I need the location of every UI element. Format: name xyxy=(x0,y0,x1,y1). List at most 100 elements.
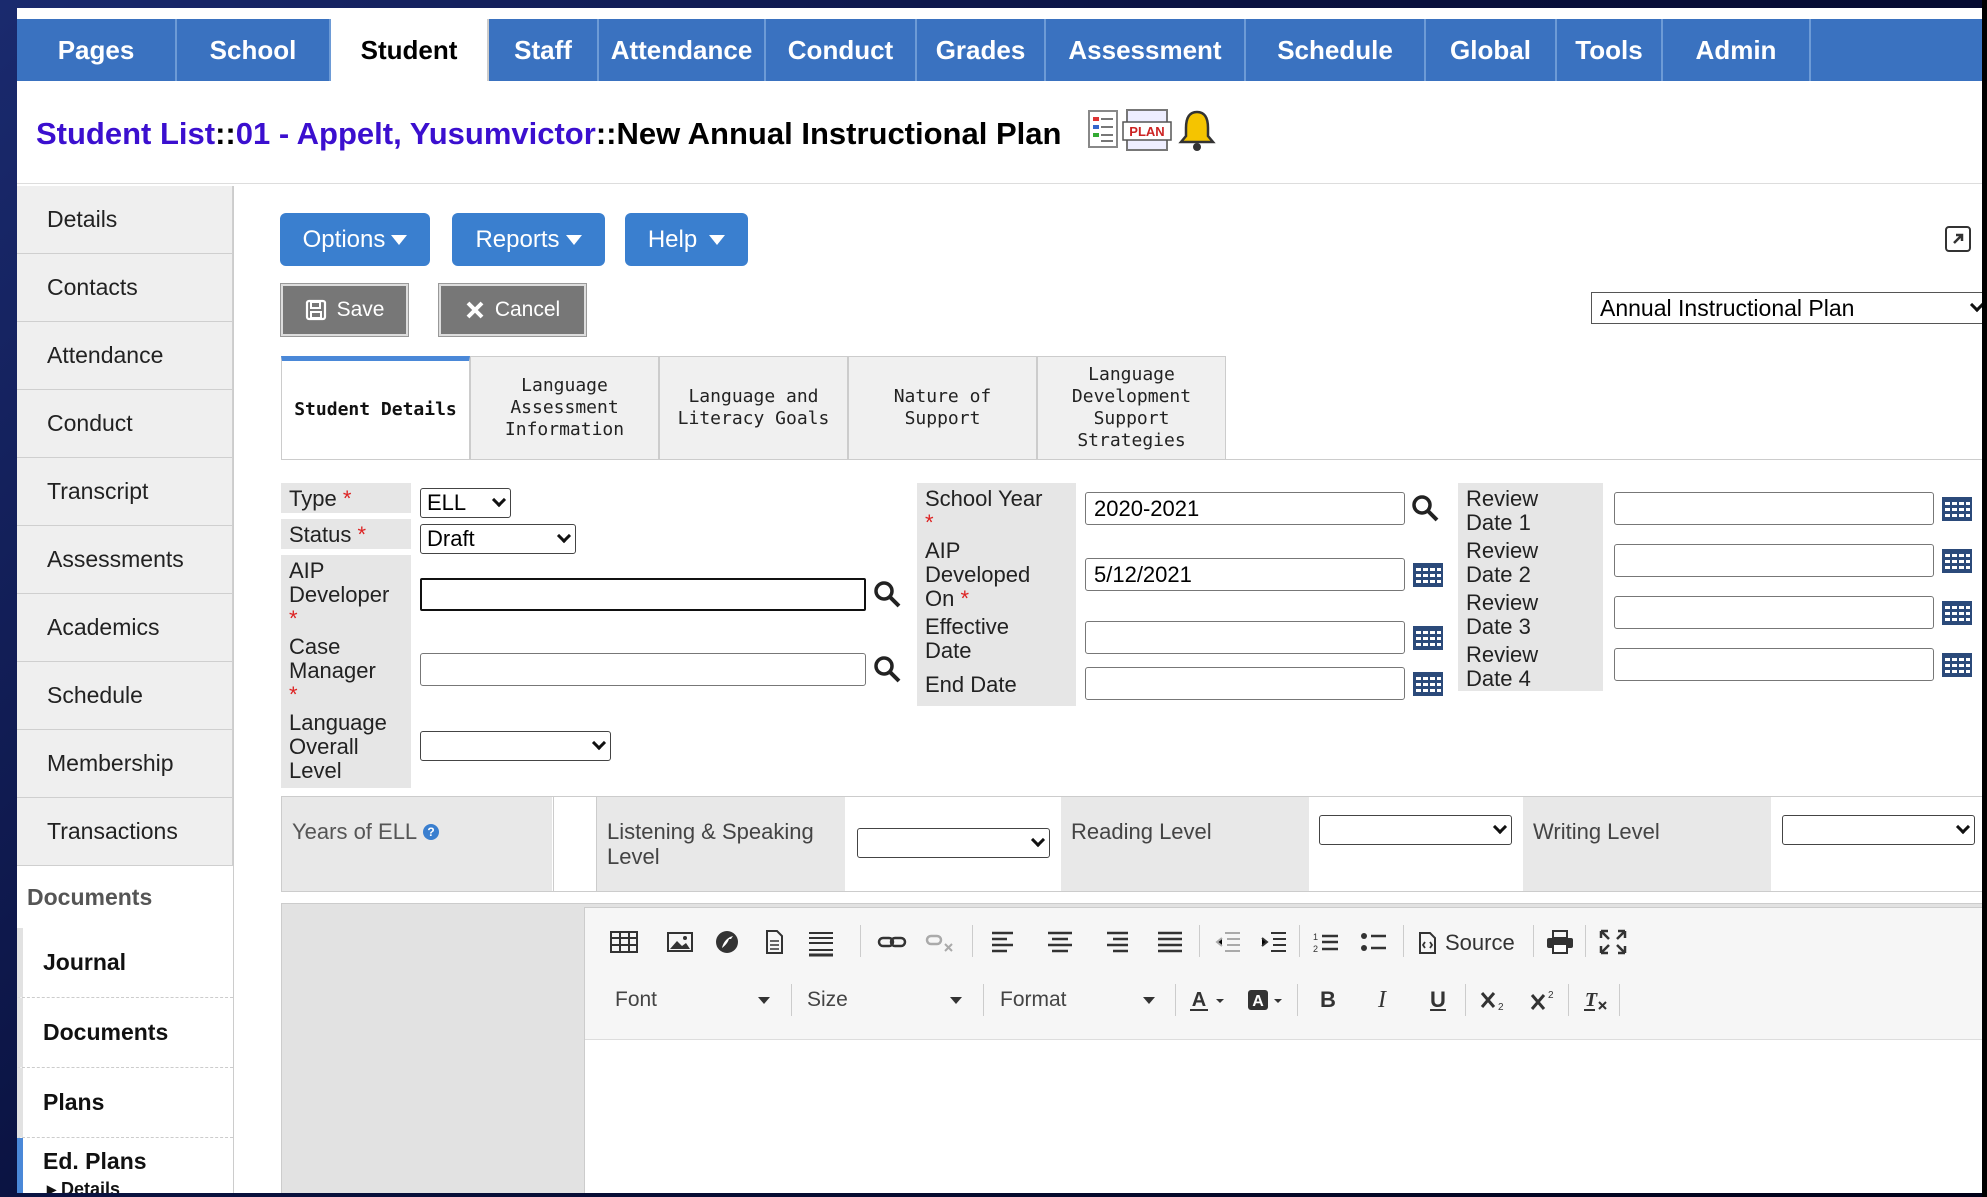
sidebar-item-transactions[interactable]: Transactions xyxy=(17,798,233,866)
sidebar-item-academics[interactable]: Academics xyxy=(17,594,233,662)
tab-student-details[interactable]: Student Details xyxy=(281,356,470,459)
editor-content-area[interactable] xyxy=(585,1041,1982,1193)
review-date-2-input[interactable] xyxy=(1614,544,1934,577)
options-button[interactable]: Options xyxy=(280,213,430,266)
calendar-icon[interactable] xyxy=(1941,496,1973,522)
bell-icon[interactable] xyxy=(1177,108,1217,160)
sidebar-item-assessments[interactable]: Assessments xyxy=(17,526,233,594)
nav-tab-conduct[interactable]: Conduct xyxy=(766,19,917,81)
nav-tab-attendance[interactable]: Attendance xyxy=(599,19,766,81)
review-date-3-input[interactable] xyxy=(1614,596,1934,629)
sidebar-item-transcript[interactable]: Transcript xyxy=(17,458,233,526)
nav-tab-schedule[interactable]: Schedule xyxy=(1246,19,1426,81)
language-level-select[interactable] xyxy=(420,731,611,761)
end-date-input[interactable] xyxy=(1085,667,1405,700)
maximize-icon[interactable] xyxy=(1598,928,1628,956)
sub-item-details[interactable]: ▸ Details xyxy=(47,1179,233,1194)
indent-icon[interactable] xyxy=(1259,930,1289,954)
sidebar-item-conduct[interactable]: Conduct xyxy=(17,390,233,458)
report-icon[interactable] xyxy=(1087,109,1121,159)
calendar-icon[interactable] xyxy=(1412,625,1444,651)
review-date-4-input[interactable] xyxy=(1614,648,1934,681)
unlink-icon[interactable] xyxy=(925,930,955,954)
subscript-icon[interactable]: 2 xyxy=(1479,988,1509,1012)
tab-language-development-support-strategies[interactable]: Language Development Support Strategies xyxy=(1037,356,1226,459)
format-combo[interactable]: Format xyxy=(1000,984,1155,1016)
numbered-list-icon[interactable]: 12 xyxy=(1311,930,1341,954)
superscript-icon[interactable]: 2 xyxy=(1529,988,1559,1012)
page-icon[interactable] xyxy=(759,930,789,954)
sidebar-item-contacts[interactable]: Contacts xyxy=(17,254,233,322)
search-icon[interactable] xyxy=(872,654,902,684)
nav-tab-student[interactable]: Student xyxy=(331,19,489,81)
underline-icon[interactable]: U xyxy=(1423,987,1453,1012)
flash-icon[interactable] xyxy=(712,930,742,954)
bold-icon[interactable]: B xyxy=(1313,987,1343,1012)
nav-tab-tools[interactable]: Tools xyxy=(1557,19,1663,81)
nav-tab-assessment[interactable]: Assessment xyxy=(1046,19,1246,81)
status-select[interactable]: Draft xyxy=(420,524,576,554)
plan-type-select[interactable]: Annual Instructional Plan xyxy=(1591,292,1982,324)
table-icon[interactable] xyxy=(609,930,639,954)
calendar-icon[interactable] xyxy=(1941,652,1973,678)
case-manager-input[interactable] xyxy=(420,653,866,686)
type-select[interactable]: ELL xyxy=(420,488,511,518)
calendar-icon[interactable] xyxy=(1941,600,1973,626)
justify-icon[interactable] xyxy=(1155,930,1185,954)
reading-level-select[interactable] xyxy=(1319,815,1512,845)
reports-button[interactable]: Reports xyxy=(452,213,605,266)
search-icon[interactable] xyxy=(872,579,902,609)
tab-language-assessment-information[interactable]: Language Assessment Information xyxy=(470,356,659,459)
doc-item-ed-plans[interactable]: Ed. Plans ▸ Details xyxy=(17,1138,233,1193)
source-button[interactable]: Source xyxy=(1415,930,1515,956)
help-button[interactable]: Help xyxy=(625,213,748,266)
outdent-icon[interactable] xyxy=(1213,930,1243,954)
tab-nature-of-support[interactable]: Nature of Support xyxy=(848,356,1037,459)
nav-tab-admin[interactable]: Admin xyxy=(1663,19,1811,81)
plan-icon[interactable]: PLAN xyxy=(1121,108,1173,160)
calendar-icon[interactable] xyxy=(1941,548,1973,574)
student-list-link[interactable]: Student List xyxy=(36,116,215,152)
horizontal-rule-icon[interactable] xyxy=(806,928,836,958)
doc-item-documents[interactable]: Documents xyxy=(17,998,233,1068)
nav-tab-school[interactable]: School xyxy=(177,19,331,81)
italic-icon[interactable]: I xyxy=(1367,987,1397,1013)
print-icon[interactable] xyxy=(1545,930,1575,954)
cancel-button[interactable]: Cancel xyxy=(439,284,586,336)
aip-developer-input[interactable] xyxy=(420,578,866,611)
review-date-1-input[interactable] xyxy=(1614,492,1934,525)
sidebar-item-schedule[interactable]: Schedule xyxy=(17,662,233,730)
writing-level-select[interactable] xyxy=(1782,815,1975,845)
remove-format-icon[interactable]: T xyxy=(1581,988,1611,1012)
nav-tab-staff[interactable]: Staff xyxy=(489,19,599,81)
calendar-icon[interactable] xyxy=(1412,562,1444,588)
doc-item-plans[interactable]: Plans xyxy=(17,1068,233,1138)
save-button[interactable]: Save xyxy=(281,284,408,336)
student-name-link[interactable]: 01 - Appelt, Yusumvictor xyxy=(236,116,596,152)
align-left-icon[interactable] xyxy=(989,930,1019,954)
help-icon[interactable]: ? xyxy=(422,823,440,841)
popout-icon[interactable] xyxy=(1945,226,1971,252)
listening-speaking-select[interactable] xyxy=(857,828,1050,858)
nav-tab-pages[interactable]: Pages xyxy=(17,19,177,81)
tab-language-and-literacy-goals[interactable]: Language and Literacy Goals xyxy=(659,356,848,459)
text-color-icon[interactable]: A xyxy=(1189,988,1233,1012)
sidebar-item-attendance[interactable]: Attendance xyxy=(17,322,233,390)
effective-date-input[interactable] xyxy=(1085,621,1405,654)
school-year-input[interactable] xyxy=(1085,492,1405,525)
nav-tab-grades[interactable]: Grades xyxy=(917,19,1046,81)
bullet-list-icon[interactable] xyxy=(1359,930,1389,954)
image-icon[interactable] xyxy=(665,930,695,954)
aip-developed-on-input[interactable] xyxy=(1085,558,1405,591)
size-combo[interactable]: Size xyxy=(807,984,962,1016)
link-icon[interactable] xyxy=(877,930,907,954)
sidebar-item-details[interactable]: Details xyxy=(17,186,233,254)
background-color-icon[interactable]: A xyxy=(1247,988,1291,1012)
font-combo[interactable]: Font xyxy=(615,984,770,1016)
calendar-icon[interactable] xyxy=(1412,671,1444,697)
align-center-icon[interactable] xyxy=(1045,930,1075,954)
search-icon[interactable] xyxy=(1410,493,1440,523)
sidebar-item-membership[interactable]: Membership xyxy=(17,730,233,798)
align-right-icon[interactable] xyxy=(1101,930,1131,954)
nav-tab-global[interactable]: Global xyxy=(1426,19,1557,81)
